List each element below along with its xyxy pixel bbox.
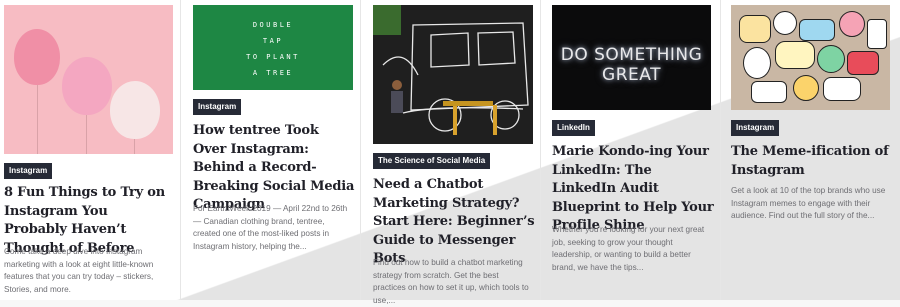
sticker-shape	[793, 75, 819, 101]
column-divider	[720, 0, 721, 300]
neon-text: DO SOMETHING GREAT	[560, 45, 703, 85]
image-text-line: A TREE	[252, 69, 294, 77]
article-excerpt: Come take a deep dive into Instagram mar…	[4, 247, 154, 294]
article-card[interactable]: Instagram The Meme-ification of Instagra…	[720, 0, 900, 300]
balloon-shape	[110, 81, 160, 139]
sticker-shape	[739, 15, 771, 43]
balloon-shape	[62, 57, 112, 115]
pink-balloons-image[interactable]	[4, 5, 173, 154]
image-text-line: TO PLANT	[246, 53, 300, 61]
article-title[interactable]: The Meme-ification of Instagram	[731, 143, 897, 180]
article-title[interactable]: Need a Chatbot Marketing Strategy? Start…	[373, 176, 537, 269]
double-tap-sign-image[interactable]: DOUBLE TAP TO PLANT A TREE	[193, 5, 353, 90]
chalk-drawing	[373, 5, 529, 135]
sticker-shape	[773, 11, 797, 35]
category-badge[interactable]: Instagram	[4, 163, 53, 179]
article-card[interactable]: Instagram 8 Fun Things to Try on Instagr…	[0, 0, 180, 300]
article-excerpt: Whether you're looking for your next gre…	[552, 225, 705, 272]
article-title[interactable]: Marie Kondo-ing Your LinkedIn: The Linke…	[552, 143, 718, 236]
column-divider	[180, 0, 181, 300]
balloon-shape	[14, 29, 60, 85]
column-divider	[540, 0, 541, 300]
sticker-shape	[867, 19, 887, 49]
balloon-string	[134, 139, 135, 154]
article-card[interactable]: DOUBLE TAP TO PLANT A TREE Instagram How…	[180, 0, 360, 300]
sticker-shape	[823, 77, 861, 101]
sticker-shape	[817, 45, 845, 73]
article-excerpt: For Earth Week 2019 — April 22nd to 26th…	[193, 204, 348, 251]
sticker-shape	[847, 51, 879, 75]
category-badge[interactable]: LinkedIn	[552, 120, 595, 136]
category-badge[interactable]: Instagram	[193, 99, 242, 115]
sticker-laptop-image[interactable]	[731, 5, 890, 110]
column-divider	[360, 0, 361, 300]
neon-sign-image[interactable]: DO SOMETHING GREAT	[552, 5, 711, 110]
article-card[interactable]: The Science of Social Media Need a Chatb…	[360, 0, 540, 305]
category-badge[interactable]: The Science of Social Media	[373, 153, 491, 169]
balloon-string	[37, 85, 38, 154]
article-excerpt: Get a look at 10 of the top brands who u…	[731, 186, 886, 220]
balloon-string	[86, 115, 87, 154]
chalk-mural-office-image[interactable]	[373, 5, 533, 144]
article-grid: Instagram 8 Fun Things to Try on Instagr…	[0, 0, 900, 305]
sticker-shape	[839, 11, 865, 37]
image-text-line: DOUBLE	[252, 21, 294, 29]
image-text-line: TAP	[262, 37, 284, 45]
sticker-shape	[751, 81, 787, 103]
article-card[interactable]: DO SOMETHING GREAT LinkedIn Marie Kondo-…	[540, 0, 720, 300]
sticker-shape	[799, 19, 835, 41]
sticker-shape	[743, 47, 771, 79]
sticker-shape	[775, 41, 815, 69]
article-title[interactable]: How tentree Took Over Instagram: Behind …	[193, 122, 355, 215]
category-badge[interactable]: Instagram	[731, 120, 780, 136]
